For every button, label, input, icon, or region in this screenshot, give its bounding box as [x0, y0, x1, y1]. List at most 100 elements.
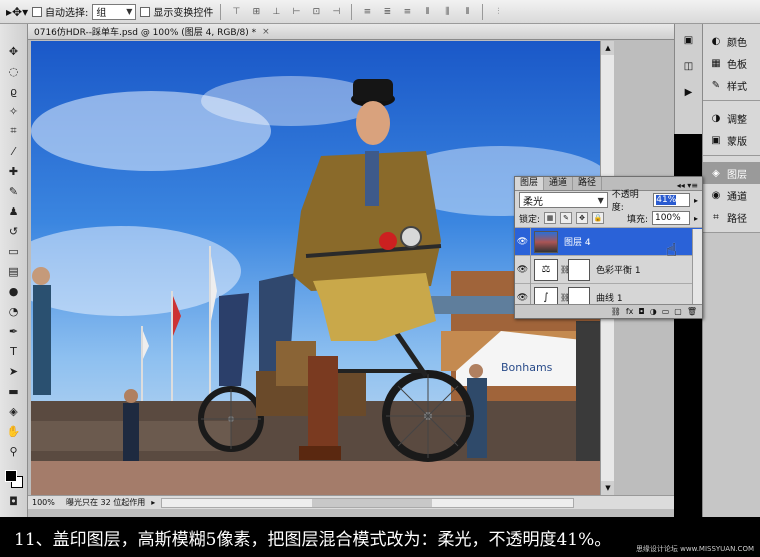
layers-scrollbar[interactable] — [692, 229, 702, 305]
tool-presets-icon[interactable]: ▶ — [675, 82, 702, 102]
panel-menu-icon[interactable]: ◂◂ ▾≡ — [677, 181, 702, 190]
tab-layers[interactable]: 图层 — [515, 177, 545, 190]
dodge-tool-icon[interactable]: ◔ — [4, 302, 24, 320]
path-select-tool-icon[interactable]: ➤ — [4, 362, 24, 380]
auto-select-checkbox[interactable]: 自动选择: — [32, 4, 88, 19]
distribute-hcenter-icon[interactable]: ⫼ — [439, 5, 455, 19]
distribute-top-icon[interactable]: ≡ — [359, 5, 375, 19]
dock-item-color[interactable]: ◐ 颜色 — [703, 30, 760, 52]
actions-panel-icon[interactable]: ◫ — [675, 56, 702, 76]
scroll-down-icon[interactable]: ▼ — [601, 481, 615, 495]
scroll-thumb[interactable] — [312, 498, 433, 507]
dock-item-masks[interactable]: ▣ 蒙版 — [703, 129, 760, 151]
fx-icon[interactable]: fx — [626, 307, 634, 316]
foreground-color[interactable] — [4, 470, 17, 482]
group-icon[interactable]: ▭ — [662, 307, 670, 316]
eraser-tool-icon[interactable]: ▭ — [4, 242, 24, 260]
zoom-level[interactable]: 100% — [32, 498, 60, 507]
show-transform-label: 显示变换控件 — [153, 8, 214, 19]
panel-icon-strip: ▣ ◫ ▶ — [674, 24, 702, 134]
adjustment-layer-icon[interactable]: ◑ — [650, 307, 657, 316]
fill-slider-icon[interactable]: ▸ — [694, 214, 698, 223]
align-left-icon[interactable]: ⊢ — [288, 5, 304, 19]
auto-select-label: 自动选择: — [45, 8, 89, 19]
lock-transparency-icon[interactable]: ▦ — [544, 212, 557, 224]
document-title: 0716仿HDR--踩单车.psd @ 100% (图层 4, RGB/8) * — [34, 28, 257, 38]
distribute-vcenter-icon[interactable]: ≣ — [379, 5, 395, 19]
show-transform-checkbox[interactable]: 显示变换控件 — [140, 4, 213, 19]
dock-item-label: 色板 — [727, 59, 747, 71]
gradient-tool-icon[interactable]: ▤ — [4, 262, 24, 280]
distribute-right-icon[interactable]: ⫴ — [459, 5, 475, 19]
distribute-bottom-icon[interactable]: ≡ — [399, 5, 415, 19]
stamp-tool-icon[interactable]: ♟ — [4, 202, 24, 220]
marquee-tool-icon[interactable]: ◌ — [4, 62, 24, 80]
layer-thumbnail — [534, 230, 558, 253]
scroll-up-icon[interactable]: ▲ — [601, 41, 615, 55]
document-tab[interactable]: 0716仿HDR--踩单车.psd @ 100% (图层 4, RGB/8) *… — [28, 24, 674, 40]
visibility-eye-icon[interactable]: 👁 — [515, 255, 531, 284]
dock-item-label: 颜色 — [727, 37, 747, 49]
lock-position-icon[interactable]: ✥ — [576, 212, 589, 224]
align-top-icon[interactable]: ⊤ — [228, 5, 244, 19]
add-mask-icon[interactable]: ◘ — [638, 307, 644, 316]
align-vcenter-icon[interactable]: ⊞ — [248, 5, 264, 19]
auto-align-icon[interactable]: ⫶ — [490, 5, 506, 19]
dock-item-paths[interactable]: ⌗ 路径 — [703, 206, 760, 228]
shape-tool-icon[interactable]: ▬ — [4, 382, 24, 400]
dock-item-styles[interactable]: ✎ 样式 — [703, 74, 760, 96]
tab-paths[interactable]: 路径 — [573, 177, 603, 190]
3d-tool-icon[interactable]: ◈ — [4, 402, 24, 420]
healing-tool-icon[interactable]: ✚ — [4, 162, 24, 180]
blur-tool-icon[interactable]: ● — [4, 282, 24, 300]
quick-mask-icon[interactable]: ◘ — [4, 492, 24, 510]
lock-pixels-icon[interactable]: ✎ — [560, 212, 573, 224]
horizontal-scrollbar[interactable] — [161, 497, 574, 508]
blend-mode-dropdown[interactable]: 柔光 ▼ — [519, 192, 608, 208]
tab-channels[interactable]: 通道 — [544, 177, 574, 190]
color-swatches[interactable] — [3, 468, 25, 490]
new-layer-icon[interactable]: ▢ — [674, 307, 682, 316]
link-layers-icon[interactable]: ⛓ — [611, 307, 621, 316]
history-brush-tool-icon[interactable]: ↺ — [4, 222, 24, 240]
dock-item-adjustments[interactable]: ◑ 调整 — [703, 107, 760, 129]
zoom-tool-icon[interactable]: ⚲ — [4, 442, 24, 460]
dock-item-layers[interactable]: ◈ 图层 — [703, 162, 760, 184]
lock-all-icon[interactable]: 🔒 — [592, 212, 605, 224]
type-tool-icon[interactable]: T — [4, 342, 24, 360]
layer-name[interactable]: 色彩平衡 1 — [596, 263, 641, 276]
brush-tool-icon[interactable]: ✎ — [4, 182, 24, 200]
lasso-tool-icon[interactable]: ϱ — [4, 82, 24, 100]
fill-field[interactable]: 100% — [651, 211, 690, 225]
align-bottom-icon[interactable]: ⊥ — [268, 5, 284, 19]
trash-icon[interactable]: 🗑 — [687, 307, 697, 316]
align-right-icon[interactable]: ⊣ — [328, 5, 344, 19]
status-text[interactable]: 曝光只在 32 位起作用 — [66, 497, 145, 508]
crop-tool-icon[interactable]: ⌗ — [4, 122, 24, 140]
opacity-slider-icon[interactable]: ▸ — [694, 196, 698, 205]
pen-tool-icon[interactable]: ✒ — [4, 322, 24, 340]
close-icon[interactable]: × — [262, 27, 270, 37]
status-bar: 100% 曝光只在 32 位起作用 ▸ — [28, 495, 674, 509]
opacity-field[interactable]: 41% — [653, 193, 690, 207]
dock-item-label: 蒙版 — [727, 136, 747, 148]
layer-name[interactable]: 曲线 1 — [596, 291, 623, 304]
adjustments-icon: ◑ — [711, 112, 721, 124]
layer-name[interactable]: 图层 4 — [564, 235, 591, 248]
distribute-left-icon[interactable]: ⫴ — [419, 5, 435, 19]
dock-item-swatches[interactable]: ▦ 色板 — [703, 52, 760, 74]
dock-item-channels[interactable]: ◉ 通道 — [703, 184, 760, 206]
auto-select-box[interactable] — [32, 6, 42, 17]
visibility-eye-icon[interactable]: 👁 — [515, 227, 531, 256]
status-menu-icon[interactable]: ▸ — [151, 498, 155, 507]
align-hcenter-icon[interactable]: ⊡ — [308, 5, 324, 19]
hand-tool-icon[interactable]: ✋ — [4, 422, 24, 440]
quick-select-tool-icon[interactable]: ✧ — [4, 102, 24, 120]
move-tool-icon[interactable]: ▸✥▾ — [6, 5, 28, 19]
auto-select-dropdown[interactable]: 组 ▼ — [92, 3, 137, 20]
show-transform-box[interactable] — [140, 6, 151, 17]
eyedropper-tool-icon[interactable]: ⁄ — [4, 142, 24, 160]
dock-group-adjust: ◑ 调整 ▣ 蒙版 — [703, 101, 760, 156]
history-panel-icon[interactable]: ▣ — [675, 30, 702, 50]
move-tool-icon[interactable]: ✥ — [4, 42, 24, 60]
